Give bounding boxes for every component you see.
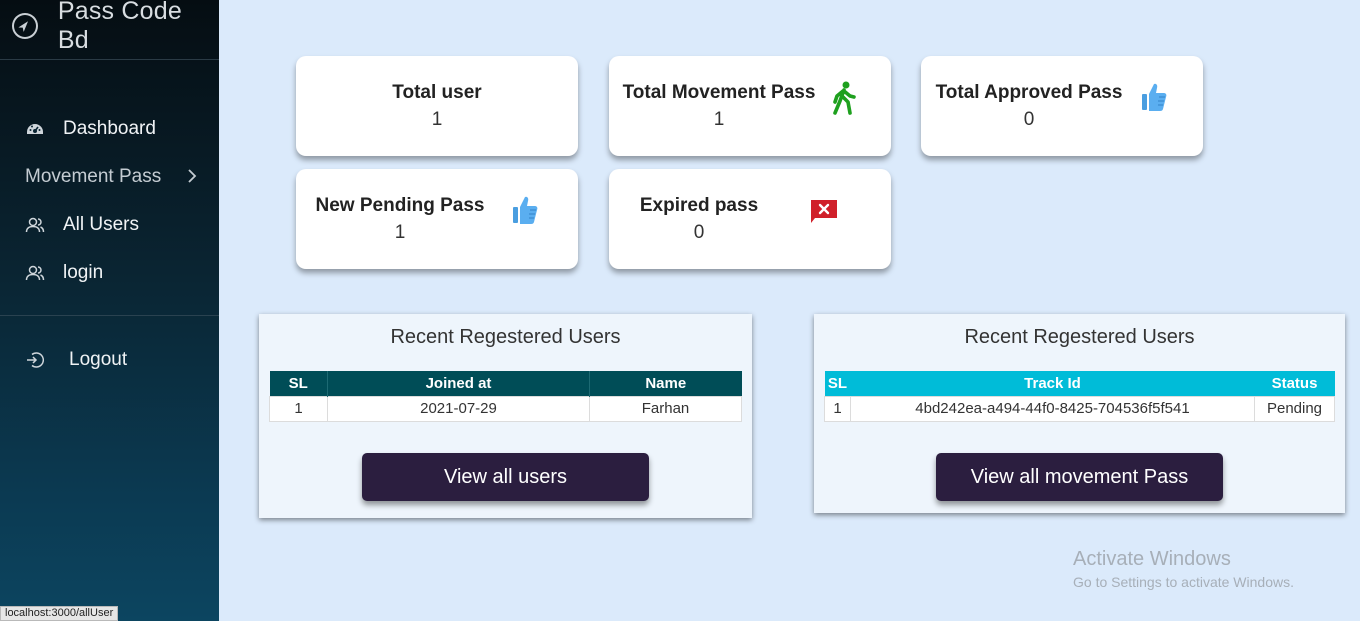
sidebar-nav: Dashboard Movement Pass All Users login: [0, 60, 219, 297]
stat-label: Total Approved Pass: [935, 81, 1123, 103]
table-row: 1 4bd242ea-a494-44f0-8425-704536f5f541 P…: [824, 395, 1335, 422]
sidebar-item-label: Dashboard: [63, 118, 156, 139]
recent-passes-table: SL Track Id Status 1 4bd242ea-a494-44f0-…: [824, 371, 1335, 422]
view-all-users-button[interactable]: View all users: [362, 453, 649, 501]
sidebar-item-all-users[interactable]: All Users: [0, 201, 219, 249]
column-header: SL: [288, 374, 308, 392]
expired-flag-icon: [809, 198, 839, 229]
column-header: Name: [589, 371, 742, 396]
sidebar-divider: [0, 315, 219, 316]
sidebar-item-label: Movement Pass: [25, 166, 162, 187]
stat-card-total-user: Total user 1: [296, 56, 578, 156]
thumbs-up-icon: [1140, 82, 1168, 117]
stat-card-total-movement-pass: Total Movement Pass 1: [609, 56, 891, 156]
table-header-row: SL Track Id Status: [824, 371, 1335, 396]
stat-label: Total user: [392, 81, 482, 103]
watermark-subtitle: Go to Settings to activate Windows.: [1073, 574, 1294, 590]
sidebar-item-label: login: [63, 262, 104, 283]
stat-label: Total Movement Pass: [622, 81, 816, 103]
column-header: Track Id: [1024, 374, 1081, 392]
users-icon: [25, 215, 45, 235]
column-header: Status: [1271, 374, 1318, 392]
logout-label: Logout: [69, 349, 128, 370]
status-bar-url: localhost:3000/allUser: [0, 606, 119, 621]
windows-activation-watermark: Activate Windows Go to Settings to activ…: [1073, 548, 1294, 590]
table-header-row: SL Joined at Name: [269, 371, 742, 396]
thumbs-up-icon: [511, 195, 539, 230]
compass-icon: [12, 12, 38, 39]
brand[interactable]: Pass Code Bd: [0, 0, 219, 60]
watermark-title: Activate Windows: [1073, 548, 1231, 570]
sidebar-item-login[interactable]: login: [0, 249, 219, 297]
table-row: 1 2021-07-29 Farhan: [269, 395, 742, 422]
stat-value: 0: [1023, 108, 1035, 130]
stat-value: 1: [713, 108, 725, 130]
logout-button[interactable]: Logout: [0, 336, 219, 384]
stat-value: 0: [693, 221, 705, 243]
stat-label: New Pending Pass: [315, 194, 485, 216]
sidebar-item-dashboard[interactable]: Dashboard: [0, 105, 219, 153]
recent-users-table: SL Joined at Name 1 2021-07-29 Farhan: [269, 371, 742, 422]
sidebar: Pass Code Bd Dashboard Movement Pass All…: [0, 0, 219, 621]
chevron-right-icon: [187, 167, 197, 188]
stat-card-new-pending-pass: New Pending Pass 1: [296, 169, 578, 269]
table-cell: Pending: [1254, 395, 1335, 422]
stat-card-total-approved-pass: Total Approved Pass 0: [921, 56, 1203, 156]
dashboard-icon: [25, 119, 45, 139]
sidebar-item-label: All Users: [63, 214, 140, 235]
table-cell: Farhan: [589, 395, 742, 422]
logout-icon: [25, 350, 45, 370]
panel-title: Recent Regestered Users: [390, 326, 621, 348]
recent-users-panel: Recent Regestered Users SL Joined at Nam…: [259, 314, 752, 518]
sidebar-item-movement-pass[interactable]: Movement Pass: [0, 153, 219, 201]
stat-card-expired-pass: Expired pass 0: [609, 169, 891, 269]
view-all-movement-pass-button[interactable]: View all movement Pass: [936, 453, 1223, 501]
walking-icon: [831, 81, 857, 120]
column-header: Joined at: [327, 371, 590, 396]
stat-value: 1: [431, 108, 443, 130]
table-cell: 4bd242ea-a494-44f0-8425-704536f5f541: [850, 395, 1255, 422]
panel-title: Recent Regestered Users: [964, 326, 1195, 348]
table-cell: 1: [269, 395, 328, 422]
recent-passes-panel: Recent Regestered Users SL Track Id Stat…: [814, 314, 1345, 513]
stat-label: Expired pass: [639, 194, 759, 216]
users-icon: [25, 263, 45, 283]
brand-title: Pass Code Bd: [57, 0, 182, 54]
table-cell: 1: [824, 395, 851, 422]
column-header: SL: [827, 374, 848, 392]
stat-value: 1: [394, 221, 406, 243]
table-cell: 2021-07-29: [327, 395, 590, 422]
